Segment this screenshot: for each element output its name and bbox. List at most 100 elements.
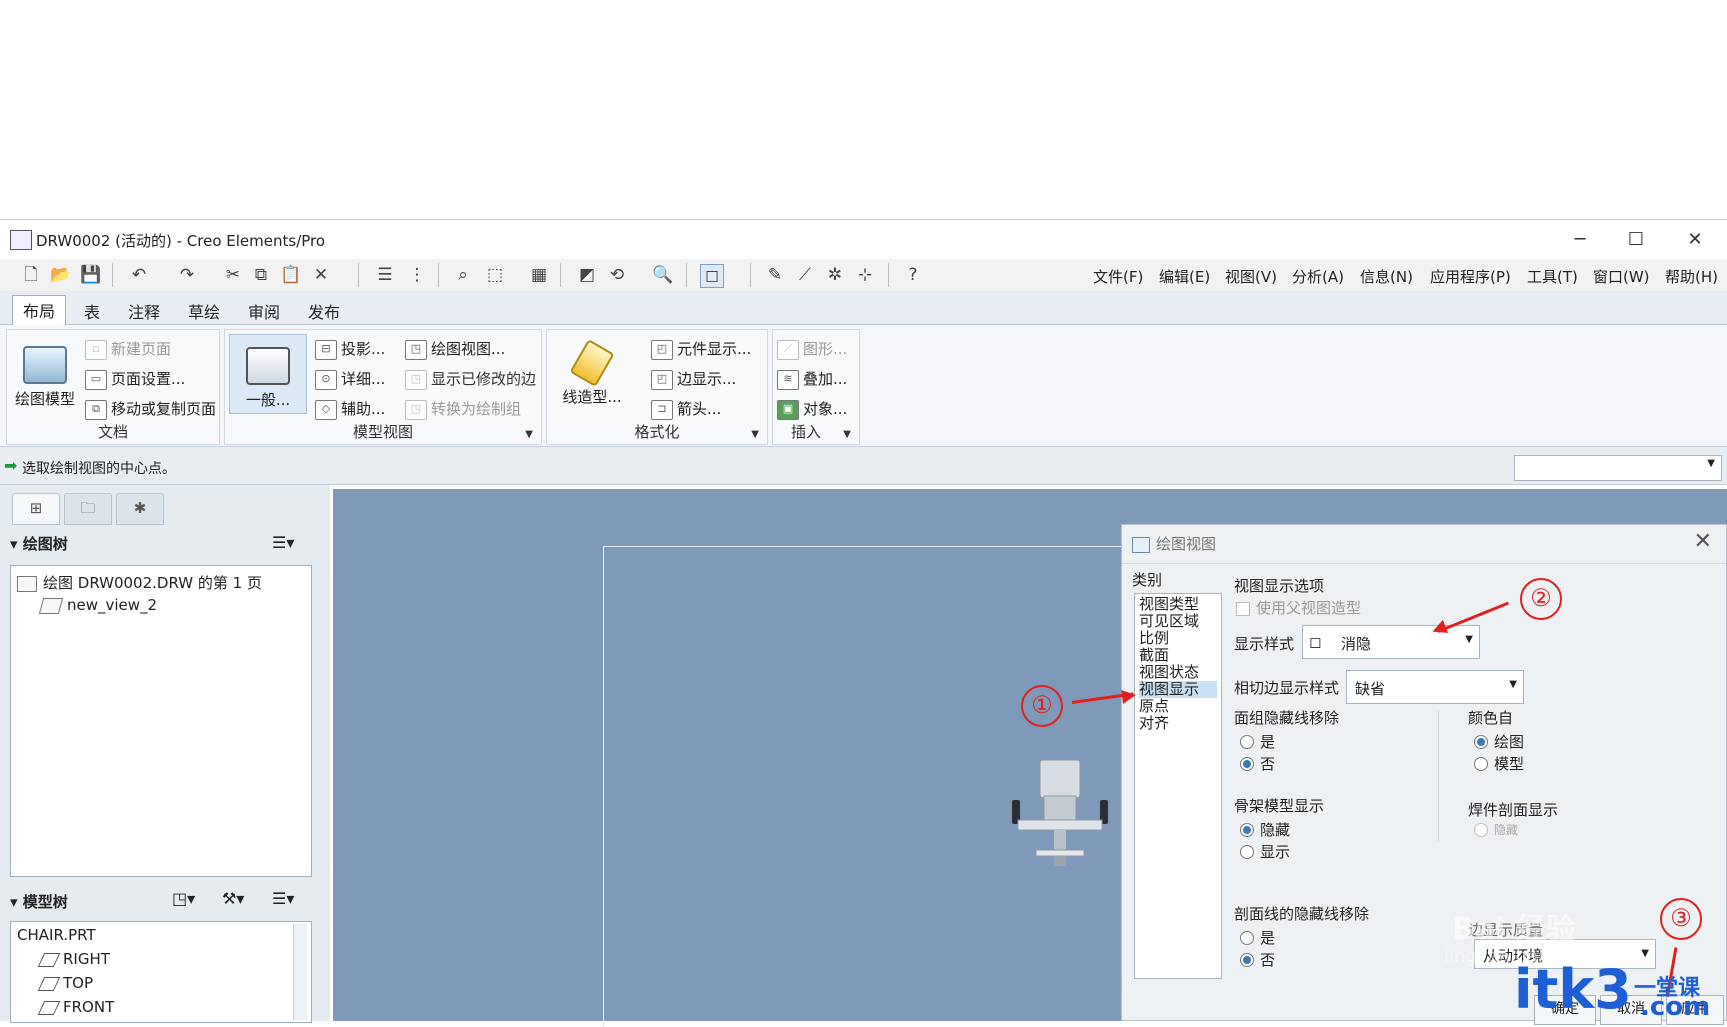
menu-applications[interactable]: 应用程序(P) <box>1430 266 1511 287</box>
minimize-button[interactable]: ─ <box>1560 226 1600 254</box>
menu-window[interactable]: 窗口(W) <box>1593 266 1650 287</box>
drawing-model-button[interactable]: 绘图模型 <box>11 346 79 409</box>
drawing-view-button[interactable]: ◳ 绘图视图... <box>405 338 505 360</box>
tree-item-view[interactable]: new_view_2 <box>38 596 157 614</box>
undo-icon[interactable]: ↶ <box>128 264 150 286</box>
delete-icon[interactable]: ✕ <box>310 264 332 286</box>
category-view-states[interactable]: 视图状态 <box>1139 664 1199 681</box>
model-view-dropdown-icon[interactable]: ▼ <box>525 429 533 440</box>
category-view-type[interactable]: 视图类型 <box>1139 596 1199 613</box>
menu-file[interactable]: 文件(F) <box>1093 266 1143 287</box>
help-icon[interactable]: ? <box>902 264 924 286</box>
tree-item-front[interactable]: FRONT <box>37 998 114 1016</box>
model-tree-header[interactable]: ▾ 模型树 <box>10 891 68 912</box>
hatch-no-radio[interactable]: 否 <box>1240 949 1275 970</box>
color-from-drawing-radio[interactable]: 绘图 <box>1474 731 1524 752</box>
cut-icon[interactable]: ✂ <box>222 264 244 286</box>
component-display-button[interactable]: ◰ 元件显示... <box>651 338 751 360</box>
model-tree-settings-icon[interactable]: ☰▾ <box>272 889 294 908</box>
save-icon[interactable]: 💾 <box>80 264 102 286</box>
tab-publish[interactable]: 发布 <box>298 297 350 325</box>
new-file-icon[interactable]: 🗋 <box>20 264 42 286</box>
show-modified-edges-button[interactable]: ◳ 显示已修改的边 <box>405 368 536 390</box>
hatch-yes-radio[interactable]: 是 <box>1240 927 1275 948</box>
datum-plane-icon[interactable]: ✎ <box>764 264 786 286</box>
repaint-icon[interactable]: ◩ <box>576 264 598 286</box>
use-parent-style-checkbox[interactable]: 使用父视图造型 <box>1236 597 1361 618</box>
open-folder-icon[interactable]: 📂 <box>50 264 72 286</box>
category-origin[interactable]: 原点 <box>1139 698 1169 715</box>
color-from-model-radio[interactable]: 模型 <box>1474 753 1524 774</box>
csys-icon[interactable]: ⊹ <box>854 264 876 286</box>
projection-button[interactable]: ⊟ 投影... <box>315 338 385 360</box>
tangent-edge-select[interactable]: 缺省 ▼ <box>1346 670 1524 704</box>
category-visible-area[interactable]: 可见区域 <box>1139 613 1199 630</box>
line-style-button[interactable]: 线造型... <box>551 339 633 407</box>
new-page-button[interactable]: ▫ 新建页面 <box>85 338 171 360</box>
tree-item-part[interactable]: CHAIR.PRT <box>17 926 96 944</box>
rotate-icon[interactable]: ⟲ <box>606 264 628 286</box>
page-setup-button[interactable]: ▭ 页面设置... <box>85 368 185 390</box>
face-group-yes-radio[interactable]: 是 <box>1240 731 1275 752</box>
tab-sketch[interactable]: 草绘 <box>178 297 230 325</box>
model-tree-scrollbar[interactable] <box>293 924 307 1020</box>
tree-item-sheet[interactable]: 绘图 DRW0002.DRW 的第 1 页 <box>17 572 262 593</box>
menu-info[interactable]: 信息(N) <box>1360 266 1413 287</box>
overlay-button[interactable]: ≋ 叠加... <box>777 368 847 390</box>
edge-display-button[interactable]: ◰ 边显示... <box>651 368 736 390</box>
menu-edit[interactable]: 编辑(E) <box>1159 266 1210 287</box>
tab-layout[interactable]: 布局 <box>12 295 67 328</box>
tab-folder-browser[interactable]: 🗀 <box>64 493 112 525</box>
move-copy-page-button[interactable]: ⧉ 移动或复制页面 <box>85 398 216 420</box>
display-style-icon[interactable]: ◻ <box>700 264 724 288</box>
category-alignment[interactable]: 对齐 <box>1139 715 1169 732</box>
tab-favorites[interactable]: ✱ <box>116 493 164 525</box>
face-group-no-radio[interactable]: 否 <box>1240 753 1275 774</box>
tree-item-top[interactable]: TOP <box>37 974 93 992</box>
insert-dropdown-icon[interactable]: ▼ <box>843 429 851 440</box>
zoom-icon[interactable]: 🔍 <box>652 264 674 286</box>
chair-model[interactable] <box>1010 760 1110 870</box>
general-view-button[interactable]: 一般... <box>229 334 307 414</box>
menu-analysis[interactable]: 分析(A) <box>1292 266 1344 287</box>
find-icon[interactable]: ⌕ <box>452 264 474 286</box>
skeleton-hide-radio[interactable]: 隐藏 <box>1240 819 1290 840</box>
arrows-button[interactable]: ⊐ 箭头... <box>651 398 721 420</box>
category-view-display[interactable]: 视图显示 <box>1139 681 1217 698</box>
maximize-button[interactable]: ☐ <box>1616 226 1656 254</box>
category-section[interactable]: 截面 <box>1139 647 1169 664</box>
model-info-icon[interactable]: ▦ <box>528 264 550 286</box>
menu-view[interactable]: 视图(V) <box>1225 266 1277 287</box>
copy-icon[interactable]: ⧉ <box>250 264 272 286</box>
tab-table[interactable]: 表 <box>74 297 110 325</box>
tree-item-right[interactable]: RIGHT <box>37 950 110 968</box>
tab-review[interactable]: 审阅 <box>238 297 290 325</box>
dialog-close-icon[interactable]: ✕ <box>1694 529 1712 554</box>
menu-tools[interactable]: 工具(T) <box>1527 266 1578 287</box>
convert-to-draft-button[interactable]: ◳ 转换为绘制组 <box>405 398 521 420</box>
weld-hide-radio[interactable]: 隐藏 <box>1474 821 1518 838</box>
tree-settings-icon[interactable]: ☰▾ <box>272 533 294 552</box>
graph-button[interactable]: ⟋ 图形... <box>777 338 847 360</box>
tools-icon[interactable]: ⚒▾ <box>222 889 244 908</box>
redo-icon[interactable]: ↷ <box>176 264 198 286</box>
tree-icon[interactable]: ⋮ <box>406 264 428 286</box>
auxiliary-button[interactable]: ◇ 辅助... <box>315 398 385 420</box>
smart-filter-select[interactable]: ▼ <box>1514 455 1722 481</box>
show-icon[interactable]: ◳▾ <box>172 889 195 908</box>
category-scale[interactable]: 比例 <box>1139 630 1169 647</box>
datum-point-icon[interactable]: ✲ <box>824 264 846 286</box>
layers-icon[interactable]: ☰ <box>374 264 396 286</box>
object-button[interactable]: ▣ 对象... <box>777 398 847 420</box>
close-button[interactable]: ✕ <box>1675 226 1715 254</box>
menu-help[interactable]: 帮助(H) <box>1665 266 1718 287</box>
datum-axis-icon[interactable]: ⟋ <box>794 264 816 286</box>
format-dropdown-icon[interactable]: ▼ <box>751 429 759 440</box>
select-box-icon[interactable]: ⬚ <box>484 264 506 286</box>
tab-model-tree[interactable]: ⊞ <box>12 493 60 525</box>
display-style-select[interactable]: ◻ 消隐 ▼ <box>1302 625 1480 659</box>
drawing-tree-header[interactable]: ▾ 绘图树 <box>10 533 68 554</box>
detailed-button[interactable]: ⊙ 详细... <box>315 368 385 390</box>
paste-icon[interactable]: 📋 <box>280 264 302 286</box>
tab-annotate[interactable]: 注释 <box>118 297 170 325</box>
